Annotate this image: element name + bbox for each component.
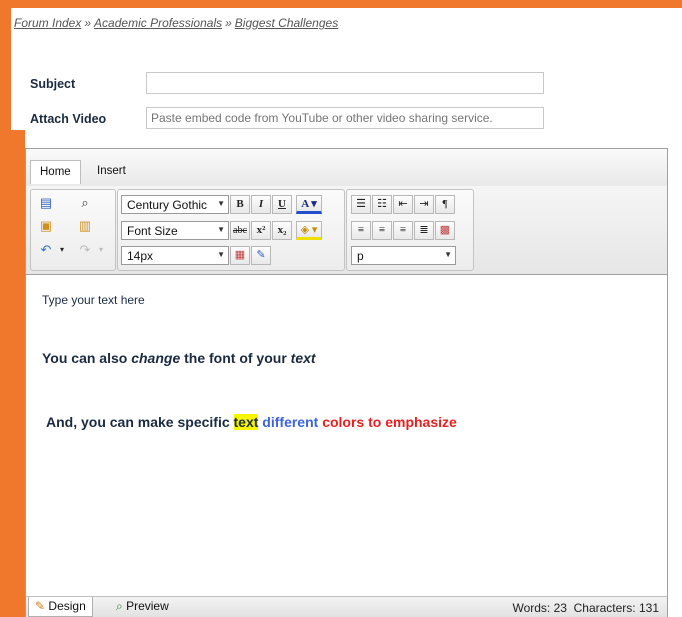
character-count: Characters: 131 bbox=[573, 601, 659, 615]
breadcrumb-biggest-challenges[interactable]: Biggest Challenges bbox=[235, 16, 338, 30]
chevron-down-icon: ▼ bbox=[217, 199, 225, 208]
preview-mode-tab[interactable]: ⌕ Preview bbox=[110, 597, 175, 617]
pencil-icon: ✎ bbox=[35, 599, 46, 613]
paragraph-format-value: p bbox=[357, 249, 364, 263]
editor-status-bar: ✎ Design ⌕ Preview Words: 23 Characters:… bbox=[26, 596, 667, 617]
editor-content-area[interactable]: Type your text here You can also change … bbox=[26, 276, 667, 598]
text-segment: And, you can make specific bbox=[46, 414, 234, 430]
attach-video-input[interactable] bbox=[146, 107, 544, 129]
editor-tab-bar: Home Insert bbox=[26, 149, 667, 187]
orange-top-bar bbox=[0, 0, 682, 8]
breadcrumb: Forum Index» Academic Professionals» Bigge… bbox=[14, 16, 338, 30]
red-text: colors to emphasize bbox=[318, 414, 457, 430]
paragraph-format-select[interactable]: p ▼ bbox=[351, 246, 456, 265]
numbered-list-icon[interactable]: ☷ bbox=[372, 195, 392, 214]
clear-format-icon[interactable]: ✎ bbox=[251, 246, 271, 265]
text-segment: text bbox=[290, 350, 316, 366]
font-size-value: Font Size bbox=[127, 224, 178, 238]
word-count: Words: 23 bbox=[512, 601, 567, 615]
chevron-down-icon: ▼ bbox=[217, 250, 225, 259]
attach-video-label: Attach Video bbox=[30, 112, 107, 126]
breadcrumb-separator: » bbox=[84, 16, 92, 30]
font-color-button[interactable]: A ▾ bbox=[296, 195, 322, 214]
content-line-2: You can also change the font of your tex… bbox=[42, 350, 316, 366]
editor-ribbon: ▤ ⌕ ▣ ▥ ↶ ▾ ↷ ▾ Century Gothic ▼ Font Siz… bbox=[26, 186, 667, 275]
find-icon[interactable]: ⌕ bbox=[76, 194, 94, 212]
breadcrumb-separator: » bbox=[225, 16, 232, 30]
tab-insert[interactable]: Insert bbox=[88, 160, 135, 184]
bullet-list-icon[interactable]: ☰ bbox=[351, 195, 371, 214]
breadcrumb-forum-index[interactable]: Forum Index bbox=[14, 16, 81, 30]
redo-dropdown-icon[interactable]: ▾ bbox=[92, 241, 110, 259]
breadcrumb-academic-professionals[interactable]: Academic Professionals bbox=[94, 16, 222, 30]
table-icon[interactable]: ▩ bbox=[435, 221, 455, 240]
highlighted-text: text bbox=[233, 414, 259, 430]
indent-icon[interactable]: ⇥ bbox=[414, 195, 434, 214]
align-center-icon[interactable]: ≡ bbox=[372, 221, 392, 240]
design-mode-tab[interactable]: ✎ Design bbox=[28, 597, 93, 617]
text-segment: change bbox=[131, 350, 181, 366]
content-line-3: And, you can make specific text differen… bbox=[46, 414, 457, 430]
paragraph-mark-icon[interactable]: ¶ bbox=[435, 195, 455, 214]
preview-label: Preview bbox=[126, 599, 169, 613]
subject-label: Subject bbox=[30, 77, 76, 91]
undo-dropdown-icon[interactable]: ▾ bbox=[53, 241, 71, 259]
font-group: Century Gothic ▼ Font Size ▼ 14px ▼ B I U A… bbox=[117, 189, 345, 271]
align-left-icon[interactable]: ≡ bbox=[351, 221, 371, 240]
underline-button[interactable]: U bbox=[272, 195, 292, 214]
chevron-down-icon: ▼ bbox=[217, 225, 225, 234]
orange-left-panel bbox=[11, 130, 25, 617]
clipboard-group: ▤ ⌕ ▣ ▥ ↶ ▾ ↷ ▾ bbox=[30, 189, 116, 271]
highlight-color-button[interactable]: ◈ ▾ bbox=[296, 221, 322, 240]
chevron-down-icon: ▼ bbox=[444, 250, 452, 259]
text-segment: You can also bbox=[42, 350, 132, 366]
blue-text: different bbox=[258, 414, 319, 430]
size-value: 14px bbox=[127, 249, 154, 263]
font-family-value: Century Gothic bbox=[127, 198, 208, 212]
strikethrough-button[interactable]: abc bbox=[230, 221, 250, 240]
subject-input[interactable] bbox=[146, 72, 544, 94]
align-right-icon[interactable]: ≡ bbox=[393, 221, 413, 240]
font-size-select[interactable]: Font Size ▼ bbox=[121, 221, 229, 240]
word-character-count: Words: 23 Characters: 131 bbox=[512, 601, 659, 615]
content-line-1: Type your text here bbox=[42, 293, 145, 307]
new-document-icon[interactable]: ▤ bbox=[37, 194, 55, 212]
bold-button[interactable]: B bbox=[230, 195, 250, 214]
subscript-button[interactable]: x₂ bbox=[272, 221, 292, 240]
insert-image-icon[interactable]: ▦ bbox=[230, 246, 250, 265]
tab-home[interactable]: Home bbox=[30, 160, 81, 184]
rich-text-editor: Home Insert ▤ ⌕ ▣ ▥ ↶ ▾ ↷ ▾ Century Goth… bbox=[25, 148, 668, 617]
design-label: Design bbox=[48, 599, 86, 613]
size-select[interactable]: 14px ▼ bbox=[121, 246, 229, 265]
italic-button[interactable]: I bbox=[251, 195, 271, 214]
text-segment: the font of your bbox=[180, 350, 291, 366]
orange-left-bar bbox=[0, 0, 11, 617]
font-family-select[interactable]: Century Gothic ▼ bbox=[121, 195, 229, 214]
outdent-icon[interactable]: ⇤ bbox=[393, 195, 413, 214]
paste-text-icon[interactable]: ▥ bbox=[76, 217, 94, 235]
magnifier-icon: ⌕ bbox=[116, 599, 123, 613]
superscript-button[interactable]: x² bbox=[251, 221, 271, 240]
paste-icon[interactable]: ▣ bbox=[37, 217, 55, 235]
justify-icon[interactable]: ≣ bbox=[414, 221, 434, 240]
paragraph-group: ☰ ☷ ⇤ ⇥ ¶ ≡ ≡ ≡ ≣ ▩ p ▼ bbox=[346, 189, 474, 271]
